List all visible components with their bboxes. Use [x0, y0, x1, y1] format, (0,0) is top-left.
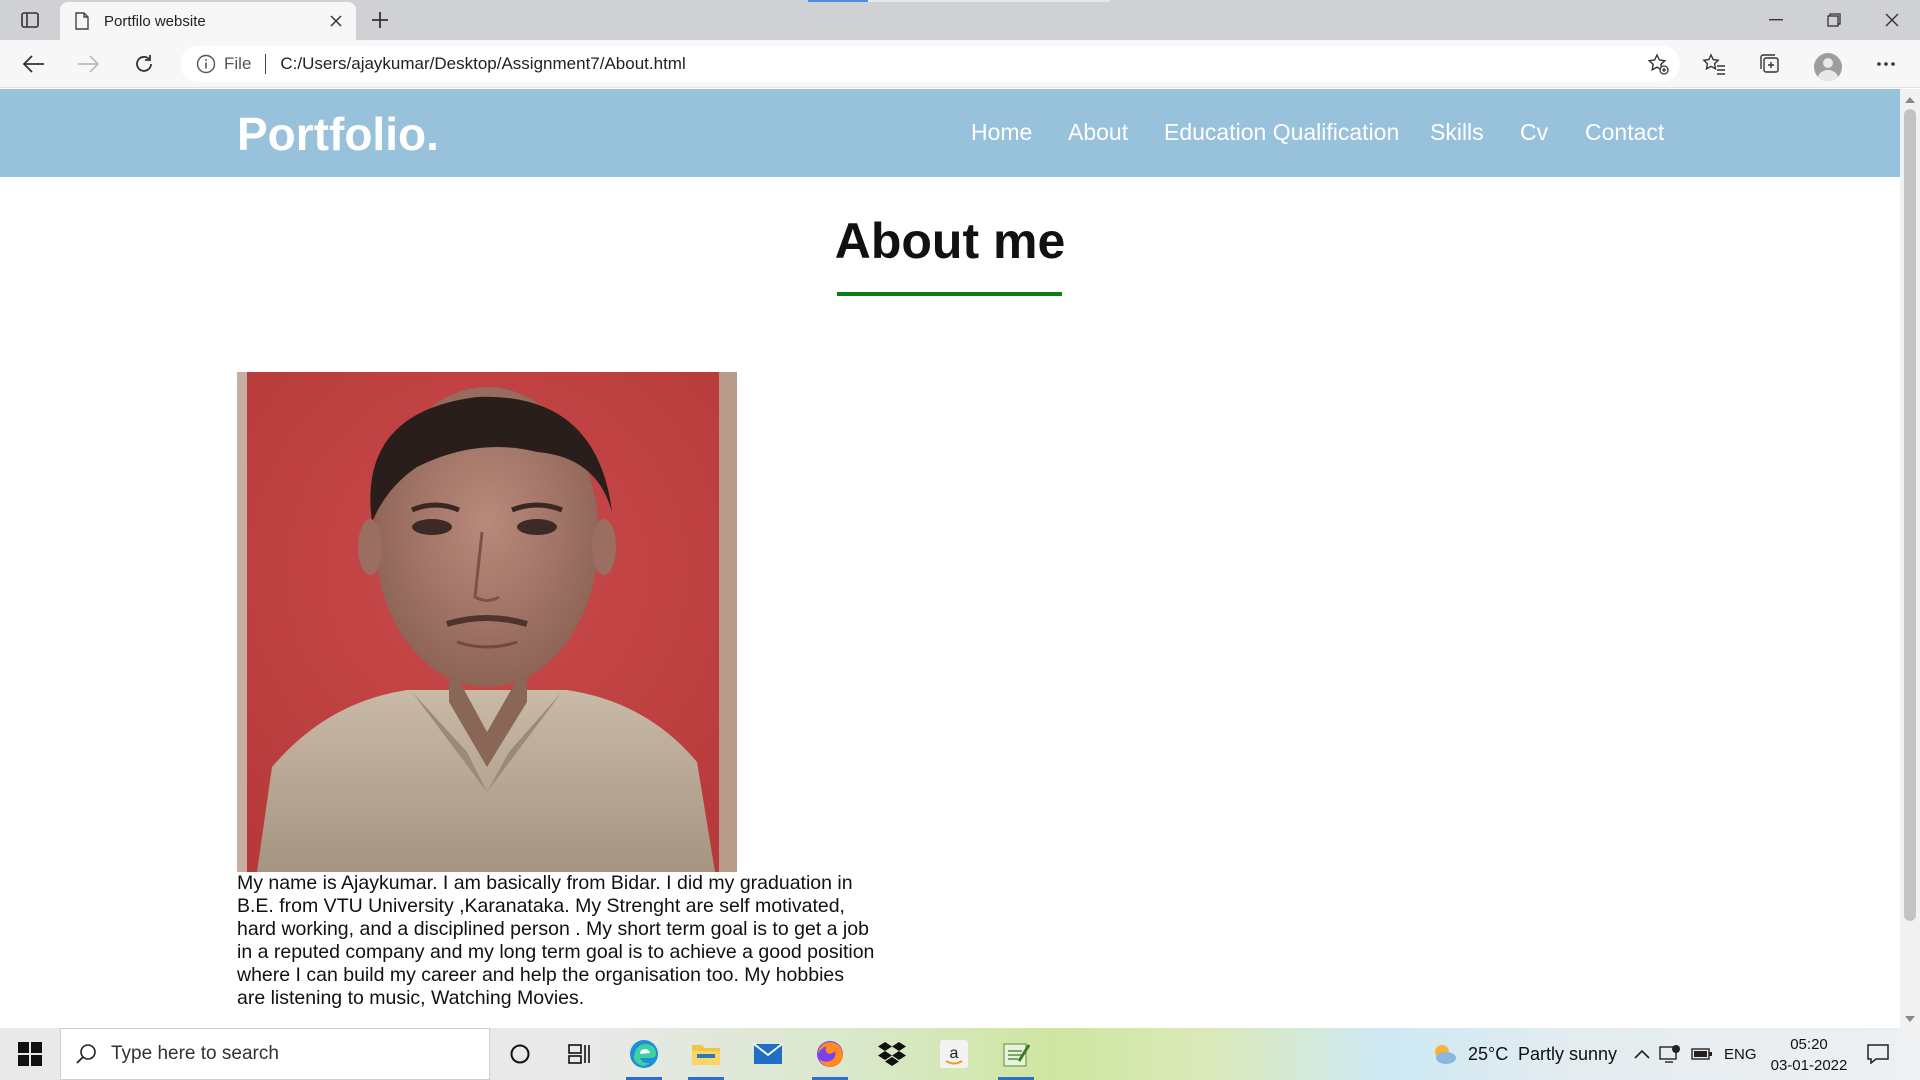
browser-tab-active[interactable]: Portfilo website	[60, 2, 356, 40]
scroll-down-arrow-icon[interactable]	[1905, 1016, 1915, 1022]
refresh-icon[interactable]	[124, 46, 164, 82]
tab-actions-icon[interactable]	[14, 8, 46, 32]
search-placeholder: Type here to search	[111, 1043, 279, 1064]
nav-contact[interactable]: Contact	[1585, 119, 1664, 146]
page-title: About me	[834, 213, 1066, 269]
browser-toolbar: File C:/Users/ajaykumar/Desktop/Assignme…	[0, 40, 1920, 88]
tab-strip-accent	[808, 0, 1110, 2]
firefox-icon[interactable]	[806, 1034, 854, 1080]
page-viewport: Portfolio. Home About Education Qualific…	[0, 89, 1900, 1028]
new-tab-button[interactable]	[364, 6, 396, 34]
nav-cv[interactable]: Cv	[1520, 119, 1548, 146]
address-separator	[265, 54, 267, 74]
address-scheme: File	[224, 54, 252, 73]
weather-temperature[interactable]: 25°C	[1468, 1044, 1508, 1065]
add-favorite-icon[interactable]	[1640, 46, 1676, 82]
more-options-icon[interactable]	[1866, 46, 1906, 82]
svg-text:a: a	[950, 1045, 959, 1062]
browser-tab-strip: Portfilo website	[0, 0, 1920, 40]
info-icon[interactable]	[196, 54, 216, 74]
windows-start-icon[interactable]	[12, 1040, 48, 1068]
favorites-icon[interactable]	[1694, 46, 1734, 82]
nav-skills[interactable]: Skills	[1430, 119, 1484, 146]
site-header: Portfolio. Home About Education Qualific…	[0, 89, 1900, 177]
profile-photo	[237, 372, 737, 872]
nav-education-qualification[interactable]: Education Qualification	[1164, 119, 1399, 146]
weather-description[interactable]: Partly sunny	[1518, 1044, 1617, 1065]
clock-time: 05:20	[1790, 1036, 1828, 1053]
file-explorer-icon[interactable]	[682, 1034, 730, 1080]
amazon-icon[interactable]: a	[930, 1034, 978, 1074]
weather-icon[interactable]	[1420, 1034, 1468, 1074]
address-bar[interactable]: File C:/Users/ajaykumar/Desktop/Assignme…	[180, 46, 1680, 82]
task-view-icon[interactable]	[556, 1034, 604, 1074]
clock-date: 03-01-2022	[1770, 1057, 1848, 1074]
windows-taskbar: Type here to search a 25°C Partly sunny	[0, 1028, 1920, 1080]
nav-about[interactable]: About	[1068, 119, 1128, 146]
taskbar-search-box[interactable]: Type here to search	[60, 1028, 490, 1080]
scrollbar-thumb[interactable]	[1904, 109, 1916, 921]
collections-icon[interactable]	[1750, 46, 1790, 82]
nav-home[interactable]: Home	[971, 119, 1032, 146]
minimize-icon[interactable]	[1748, 0, 1804, 40]
site-brand[interactable]: Portfolio.	[237, 107, 439, 161]
battery-icon[interactable]	[1680, 1034, 1724, 1074]
notepad-plus-icon[interactable]	[992, 1034, 1040, 1080]
vertical-scrollbar[interactable]	[1900, 89, 1920, 1028]
taskbar-clock[interactable]: 05:20 03-01-2022	[1764, 1034, 1854, 1076]
notifications-icon[interactable]	[1854, 1034, 1902, 1074]
restore-icon[interactable]	[1806, 0, 1862, 40]
edge-browser-icon[interactable]	[620, 1034, 668, 1080]
close-tab-icon[interactable]	[322, 7, 350, 35]
search-icon	[75, 1043, 97, 1065]
heading-underline	[837, 292, 1062, 296]
close-window-icon[interactable]	[1864, 0, 1920, 40]
profile-avatar[interactable]	[1814, 53, 1842, 81]
scroll-up-arrow-icon[interactable]	[1905, 97, 1915, 103]
back-arrow-icon[interactable]	[14, 46, 54, 82]
cortana-icon[interactable]	[496, 1034, 544, 1074]
mail-icon[interactable]	[744, 1034, 792, 1074]
document-icon	[74, 12, 92, 30]
about-paragraph: My name is Ajaykumar. I am basically fro…	[237, 872, 875, 1009]
language-indicator[interactable]: ENG	[1724, 1046, 1757, 1063]
tab-title: Portfilo website	[104, 12, 206, 30]
forward-arrow-icon[interactable]	[68, 46, 108, 82]
address-url[interactable]: C:/Users/ajaykumar/Desktop/Assignment7/A…	[280, 54, 1640, 74]
dropbox-icon[interactable]	[868, 1034, 916, 1074]
